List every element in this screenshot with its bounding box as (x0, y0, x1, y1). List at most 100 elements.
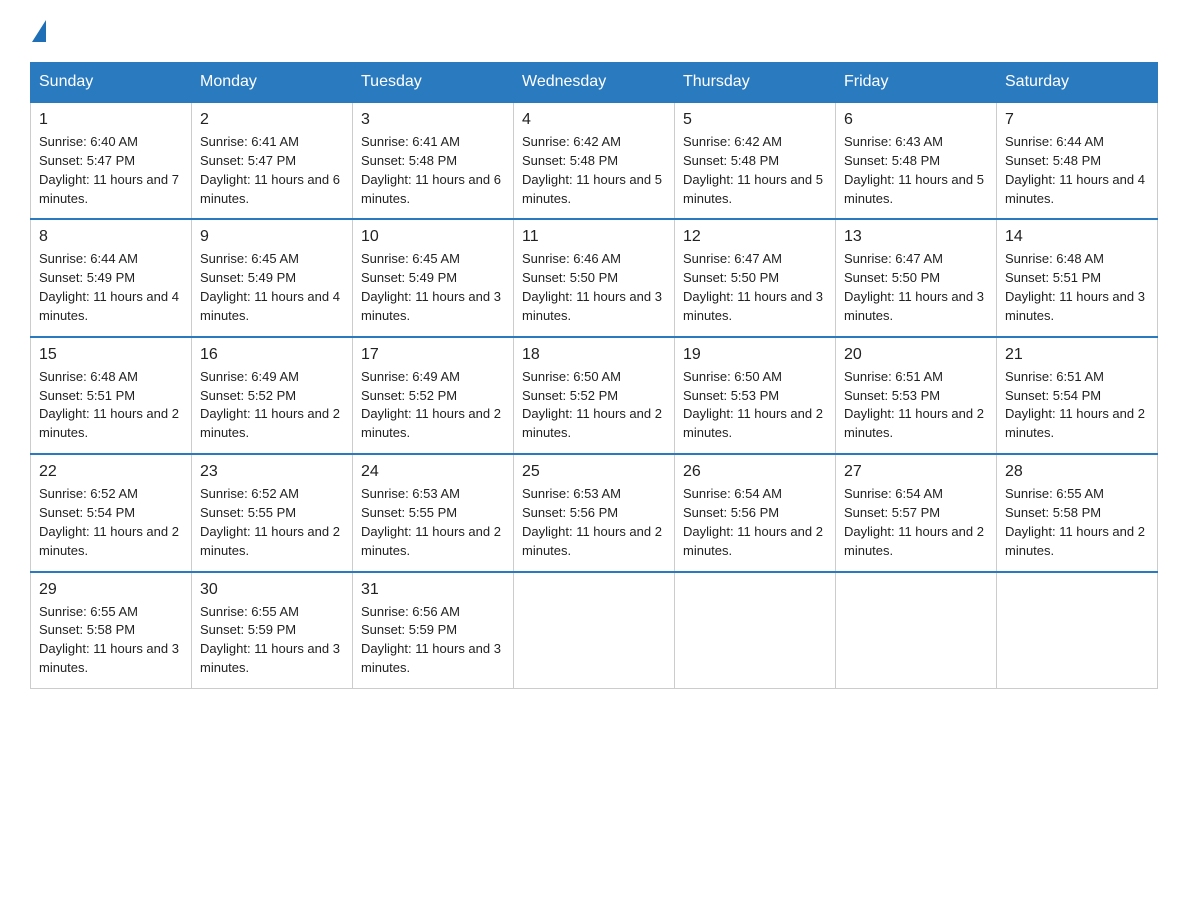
day-number: 28 (1005, 463, 1149, 481)
empty-cell (514, 572, 675, 689)
calendar-week-row: 22 Sunrise: 6:52 AMSunset: 5:54 PMDayligh… (31, 454, 1158, 571)
day-info: Sunrise: 6:55 AMSunset: 5:58 PMDaylight:… (39, 603, 183, 678)
day-number: 30 (200, 581, 344, 599)
day-number: 22 (39, 463, 183, 481)
day-number: 12 (683, 228, 827, 246)
day-info: Sunrise: 6:41 AMSunset: 5:48 PMDaylight:… (361, 133, 505, 208)
calendar-day-cell: 21 Sunrise: 6:51 AMSunset: 5:54 PMDayligh… (997, 337, 1158, 454)
day-info: Sunrise: 6:46 AMSunset: 5:50 PMDaylight:… (522, 250, 666, 325)
calendar-day-cell: 27 Sunrise: 6:54 AMSunset: 5:57 PMDayligh… (836, 454, 997, 571)
calendar-day-cell: 22 Sunrise: 6:52 AMSunset: 5:54 PMDayligh… (31, 454, 192, 571)
column-header-wednesday: Wednesday (514, 63, 675, 103)
calendar-day-cell: 12 Sunrise: 6:47 AMSunset: 5:50 PMDayligh… (675, 219, 836, 336)
calendar-day-cell: 2Sunrise: 6:41 AMSunset: 5:47 PMDaylight… (192, 102, 353, 219)
day-number: 5 (683, 111, 827, 129)
empty-cell (836, 572, 997, 689)
calendar-day-cell: 13 Sunrise: 6:47 AMSunset: 5:50 PMDayligh… (836, 219, 997, 336)
day-info: Sunrise: 6:50 AMSunset: 5:52 PMDaylight:… (522, 368, 666, 443)
calendar-day-cell: 24 Sunrise: 6:53 AMSunset: 5:55 PMDayligh… (353, 454, 514, 571)
calendar-day-cell: 29 Sunrise: 6:55 AMSunset: 5:58 PMDayligh… (31, 572, 192, 689)
calendar-day-cell: 20 Sunrise: 6:51 AMSunset: 5:53 PMDayligh… (836, 337, 997, 454)
day-number: 18 (522, 346, 666, 364)
day-number: 9 (200, 228, 344, 246)
day-number: 29 (39, 581, 183, 599)
column-header-tuesday: Tuesday (353, 63, 514, 103)
day-info: Sunrise: 6:56 AMSunset: 5:59 PMDaylight:… (361, 603, 505, 678)
calendar-week-row: 29 Sunrise: 6:55 AMSunset: 5:58 PMDayligh… (31, 572, 1158, 689)
calendar-week-row: 1 Sunrise: 6:40 AMSunset: 5:47 PMDaylight… (31, 102, 1158, 219)
day-number: 21 (1005, 346, 1149, 364)
day-info: Sunrise: 6:54 AMSunset: 5:57 PMDaylight:… (844, 485, 988, 560)
day-info: Sunrise: 6:50 AMSunset: 5:53 PMDaylight:… (683, 368, 827, 443)
calendar-day-cell: 25Sunrise: 6:53 AMSunset: 5:56 PMDayligh… (514, 454, 675, 571)
column-header-friday: Friday (836, 63, 997, 103)
day-number: 23 (200, 463, 344, 481)
calendar-day-cell: 23 Sunrise: 6:52 AMSunset: 5:55 PMDayligh… (192, 454, 353, 571)
day-info: Sunrise: 6:51 AMSunset: 5:53 PMDaylight:… (844, 368, 988, 443)
day-info: Sunrise: 6:52 AMSunset: 5:54 PMDaylight:… (39, 485, 183, 560)
day-info: Sunrise: 6:54 AMSunset: 5:56 PMDaylight:… (683, 485, 827, 560)
day-info: Sunrise: 6:51 AMSunset: 5:54 PMDaylight:… (1005, 368, 1149, 443)
day-info: Sunrise: 6:45 AMSunset: 5:49 PMDaylight:… (200, 250, 344, 325)
day-number: 4 (522, 111, 666, 129)
day-number: 15 (39, 346, 183, 364)
calendar-day-cell: 26 Sunrise: 6:54 AMSunset: 5:56 PMDayligh… (675, 454, 836, 571)
day-number: 16 (200, 346, 344, 364)
day-info: Sunrise: 6:52 AMSunset: 5:55 PMDaylight:… (200, 485, 344, 560)
calendar-day-cell: 31 Sunrise: 6:56 AMSunset: 5:59 PMDayligh… (353, 572, 514, 689)
empty-cell (997, 572, 1158, 689)
calendar-day-cell: 10 Sunrise: 6:45 AMSunset: 5:49 PMDayligh… (353, 219, 514, 336)
day-number: 20 (844, 346, 988, 364)
empty-cell (675, 572, 836, 689)
calendar-day-cell: 3Sunrise: 6:41 AMSunset: 5:48 PMDaylight… (353, 102, 514, 219)
day-number: 25 (522, 463, 666, 481)
day-number: 8 (39, 228, 183, 246)
day-number: 27 (844, 463, 988, 481)
day-info: Sunrise: 6:47 AMSunset: 5:50 PMDaylight:… (844, 250, 988, 325)
day-number: 2 (200, 111, 344, 129)
calendar-week-row: 8 Sunrise: 6:44 AMSunset: 5:49 PMDaylight… (31, 219, 1158, 336)
calendar-day-cell: 11Sunrise: 6:46 AMSunset: 5:50 PMDayligh… (514, 219, 675, 336)
day-info: Sunrise: 6:44 AMSunset: 5:49 PMDaylight:… (39, 250, 183, 325)
day-info: Sunrise: 6:48 AMSunset: 5:51 PMDaylight:… (39, 368, 183, 443)
day-number: 7 (1005, 111, 1149, 129)
column-header-sunday: Sunday (31, 63, 192, 103)
day-info: Sunrise: 6:48 AMSunset: 5:51 PMDaylight:… (1005, 250, 1149, 325)
calendar-day-cell: 1 Sunrise: 6:40 AMSunset: 5:47 PMDaylight… (31, 102, 192, 219)
calendar-day-cell: 17Sunrise: 6:49 AMSunset: 5:52 PMDayligh… (353, 337, 514, 454)
calendar-day-cell: 4 Sunrise: 6:42 AMSunset: 5:48 PMDaylight… (514, 102, 675, 219)
day-info: Sunrise: 6:42 AMSunset: 5:48 PMDaylight:… (522, 133, 666, 208)
calendar-day-cell: 6Sunrise: 6:43 AMSunset: 5:48 PMDaylight… (836, 102, 997, 219)
calendar-day-cell: 19 Sunrise: 6:50 AMSunset: 5:53 PMDayligh… (675, 337, 836, 454)
logo (30, 20, 48, 42)
calendar-day-cell: 28 Sunrise: 6:55 AMSunset: 5:58 PMDayligh… (997, 454, 1158, 571)
day-number: 19 (683, 346, 827, 364)
day-number: 26 (683, 463, 827, 481)
calendar-day-cell: 15 Sunrise: 6:48 AMSunset: 5:51 PMDayligh… (31, 337, 192, 454)
column-header-saturday: Saturday (997, 63, 1158, 103)
calendar-day-cell: 7 Sunrise: 6:44 AMSunset: 5:48 PMDaylight… (997, 102, 1158, 219)
logo-triangle-icon (32, 20, 46, 42)
day-info: Sunrise: 6:43 AMSunset: 5:48 PMDaylight:… (844, 133, 988, 208)
day-info: Sunrise: 6:53 AMSunset: 5:55 PMDaylight:… (361, 485, 505, 560)
day-number: 24 (361, 463, 505, 481)
day-info: Sunrise: 6:55 AMSunset: 5:59 PMDaylight:… (200, 603, 344, 678)
day-info: Sunrise: 6:44 AMSunset: 5:48 PMDaylight:… (1005, 133, 1149, 208)
day-number: 13 (844, 228, 988, 246)
calendar-day-cell: 9 Sunrise: 6:45 AMSunset: 5:49 PMDaylight… (192, 219, 353, 336)
day-info: Sunrise: 6:55 AMSunset: 5:58 PMDaylight:… (1005, 485, 1149, 560)
calendar-header-row: SundayMondayTuesdayWednesdayThursdayFrid… (31, 63, 1158, 103)
day-number: 10 (361, 228, 505, 246)
day-number: 1 (39, 111, 183, 129)
day-number: 31 (361, 581, 505, 599)
day-info: Sunrise: 6:47 AMSunset: 5:50 PMDaylight:… (683, 250, 827, 325)
calendar-day-cell: 18 Sunrise: 6:50 AMSunset: 5:52 PMDayligh… (514, 337, 675, 454)
calendar-table: SundayMondayTuesdayWednesdayThursdayFrid… (30, 62, 1158, 689)
day-info: Sunrise: 6:49 AMSunset: 5:52 PMDaylight:… (361, 368, 505, 443)
calendar-day-cell: 8 Sunrise: 6:44 AMSunset: 5:49 PMDaylight… (31, 219, 192, 336)
day-info: Sunrise: 6:42 AMSunset: 5:48 PMDaylight:… (683, 133, 827, 208)
day-info: Sunrise: 6:40 AMSunset: 5:47 PMDaylight:… (39, 133, 183, 208)
day-info: Sunrise: 6:49 AMSunset: 5:52 PMDaylight:… (200, 368, 344, 443)
day-info: Sunrise: 6:45 AMSunset: 5:49 PMDaylight:… (361, 250, 505, 325)
page-header (30, 20, 1158, 42)
